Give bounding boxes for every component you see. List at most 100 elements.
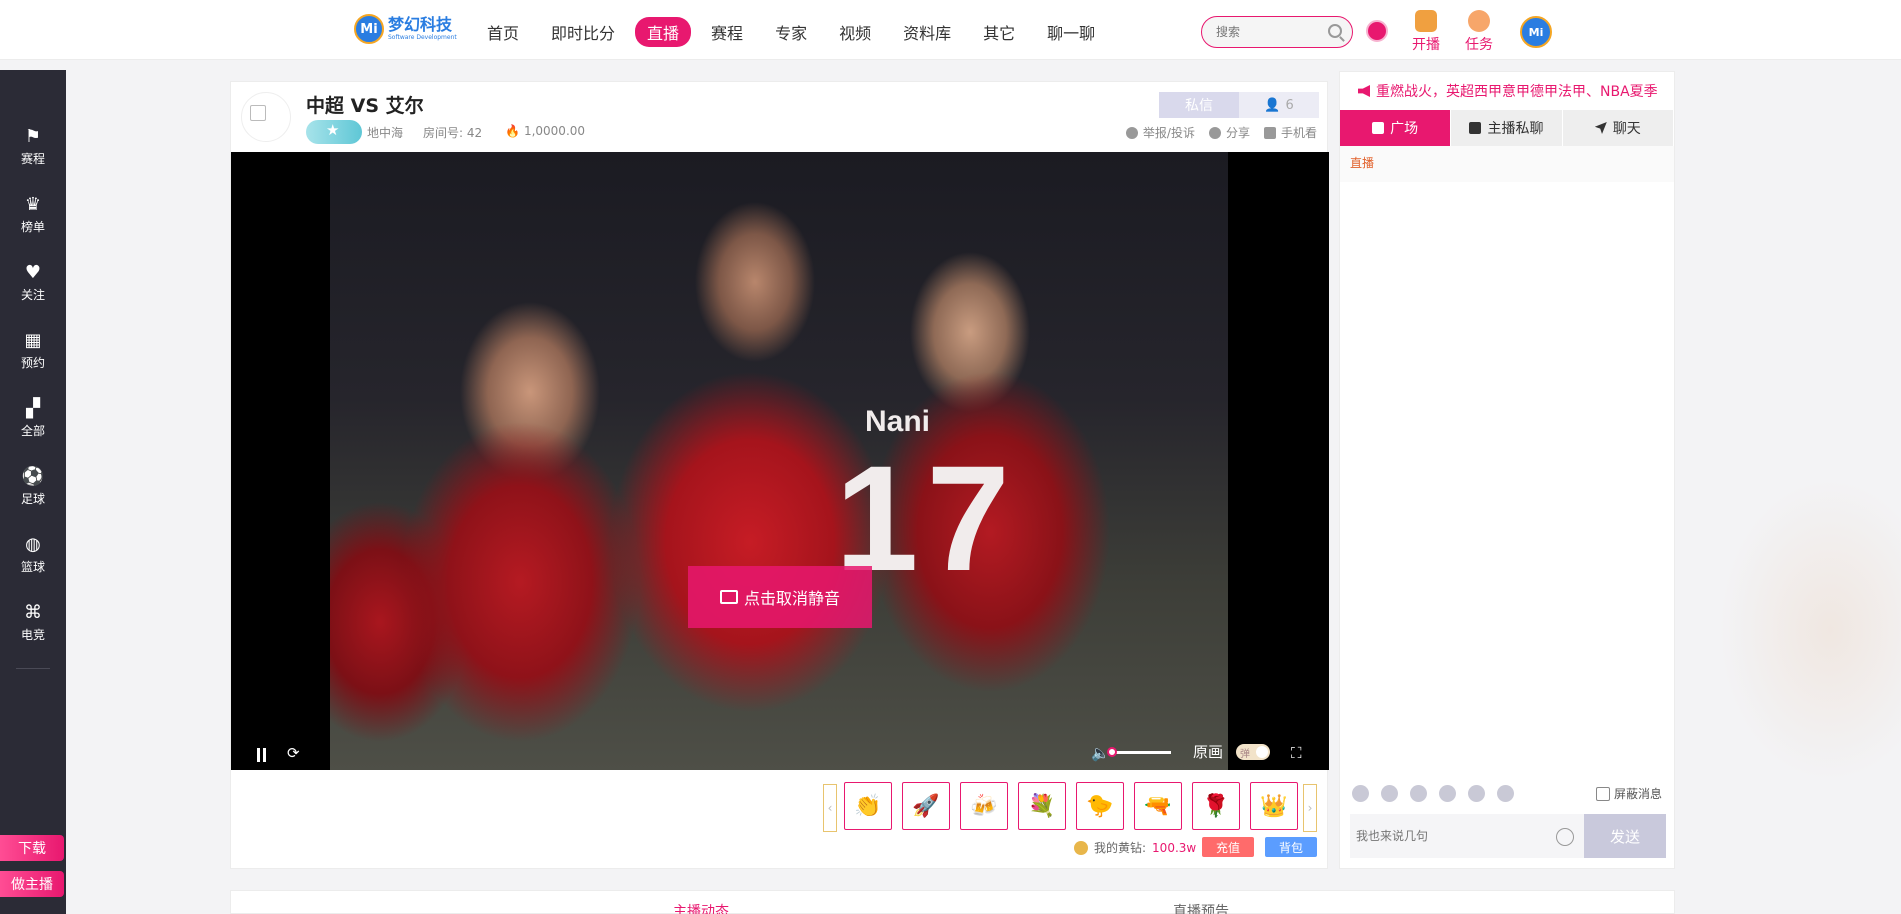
- search-input[interactable]: [1216, 17, 1326, 47]
- recharge-button[interactable]: 充值: [1202, 837, 1254, 857]
- send-button[interactable]: 发送: [1584, 814, 1666, 858]
- task-button[interactable]: 任务: [1465, 10, 1493, 54]
- sidebar-item-schedule[interactable]: ⚑ 赛程: [0, 125, 66, 167]
- fire-icon: 🔥: [505, 124, 520, 138]
- block-messages-label: 屏蔽消息: [1614, 787, 1663, 801]
- sidebar-item-esports[interactable]: ⌘ 电竞: [0, 601, 66, 643]
- logo[interactable]: Mi 梦幻科技 Software Development: [354, 14, 457, 44]
- gift-hand-icon[interactable]: 👏: [844, 782, 892, 830]
- notice-bar: 重燃战火，英超西甲意甲德甲法甲、NBA夏季: [1340, 72, 1674, 110]
- tab-label: 主播私聊: [1487, 121, 1544, 137]
- user-avatar[interactable]: Mi: [1520, 16, 1552, 48]
- diamond-icon: [1074, 840, 1088, 855]
- private-message-button[interactable]: 私信: [1159, 92, 1239, 118]
- search-box: [1201, 16, 1353, 48]
- nav-chat[interactable]: 聊一聊: [1035, 17, 1107, 47]
- tab-host-updates[interactable]: 主播动态: [673, 901, 729, 914]
- sidebar-item-all[interactable]: ▞ 全部: [0, 397, 66, 439]
- refresh-icon[interactable]: ⟳: [287, 744, 300, 762]
- share-button[interactable]: 分享: [1208, 124, 1250, 141]
- trash-icon[interactable]: [1497, 785, 1514, 802]
- calendar-icon: ▦: [24, 329, 42, 351]
- heat-value-wrap: 🔥 1,0000.00: [505, 124, 585, 138]
- message-icon: [1469, 122, 1482, 134]
- room-title: 中超 VS 艾尔: [306, 95, 424, 117]
- sidebar-item-ranking[interactable]: ♛ 榜单: [0, 193, 66, 235]
- sidebar-item-football[interactable]: ⚽ 足球: [0, 465, 66, 507]
- nav-home[interactable]: 首页: [475, 17, 531, 47]
- nav-database[interactable]: 资料库: [891, 17, 963, 47]
- nav-experts[interactable]: 专家: [763, 17, 819, 47]
- pause-button[interactable]: [257, 748, 266, 762]
- logo-subtitle: Software Development: [388, 34, 457, 41]
- tab-label: 聊天: [1612, 121, 1641, 137]
- gift-rose-icon[interactable]: 🌹: [1192, 782, 1240, 830]
- fullscreen-icon[interactable]: ⛶: [1291, 744, 1302, 762]
- video-player[interactable]: Nani 17 点击取消静音 ⟳ 🔈 原画 弹 ⛶: [231, 152, 1329, 770]
- nav-schedule[interactable]: 赛程: [699, 17, 755, 47]
- sidebar-item-label: 关注: [20, 288, 45, 302]
- nav-live[interactable]: 直播: [635, 17, 692, 47]
- checkbox-icon[interactable]: [1596, 786, 1610, 801]
- nav-other[interactable]: 其它: [971, 17, 1027, 47]
- emoji-icon[interactable]: [1556, 828, 1574, 846]
- bubble-icon[interactable]: [1352, 785, 1369, 802]
- sidebar-item-label: 全部: [20, 424, 45, 438]
- tab-square[interactable]: 广场: [1340, 110, 1452, 146]
- square-icon: [1372, 122, 1385, 134]
- gift-prev-button[interactable]: ‹: [823, 784, 837, 832]
- gift-crown-icon[interactable]: 👑: [1250, 782, 1298, 830]
- main-nav: 首页 即时比分 直播 赛程 专家 视频 资料库 其它 聊一聊: [475, 17, 1115, 47]
- wallet-label: 我的黄钻:: [1094, 841, 1147, 855]
- sidebar-item-label: 赛程: [20, 152, 45, 166]
- bag-button[interactable]: 背包: [1265, 837, 1317, 857]
- sidebar-item-basketball[interactable]: ◍ 篮球: [0, 533, 66, 575]
- host-avatar[interactable]: [241, 92, 291, 142]
- sidebar-item-label: 足球: [20, 492, 45, 506]
- gamepad-icon: ⌘: [24, 601, 42, 623]
- user-icon: 👤: [1264, 97, 1281, 113]
- gift-love-icon[interactable]: 💐: [1018, 782, 1066, 830]
- gift-rocket-icon[interactable]: 🚀: [902, 782, 950, 830]
- vip-badge-icon[interactable]: [1366, 20, 1388, 42]
- flag-icon: ⚑: [24, 125, 42, 147]
- gift-cheers-icon[interactable]: 🍻: [960, 782, 1008, 830]
- volume-knob[interactable]: [1107, 747, 1117, 757]
- go-live-button[interactable]: 开播: [1412, 10, 1440, 54]
- tab-live-preview[interactable]: 直播预告: [1173, 901, 1229, 914]
- quality-selector[interactable]: 原画: [1193, 741, 1223, 762]
- search-icon[interactable]: [1328, 24, 1342, 38]
- danmaku-toggle[interactable]: 弹: [1236, 744, 1270, 760]
- volume-slider[interactable]: [1107, 747, 1171, 757]
- left-sidebar: ⚑ 赛程 ♛ 榜单 ♥ 关注 ▦ 预约 ▞ 全部 ⚽ 足球 ◍ 篮球 ⌘ 电竞 …: [0, 70, 66, 914]
- room-number: 房间号: 42: [423, 126, 483, 140]
- task-label: 任务: [1465, 37, 1493, 53]
- image-icon[interactable]: [1439, 785, 1456, 802]
- block-messages-checkbox[interactable]: 屏蔽消息: [1596, 785, 1662, 802]
- download-button[interactable]: 下载: [0, 835, 64, 861]
- gift-duck-icon[interactable]: 🐤: [1076, 782, 1124, 830]
- nav-videos[interactable]: 视频: [827, 17, 883, 47]
- gift-gun-icon[interactable]: 🔫: [1134, 782, 1182, 830]
- football-icon: ⚽: [21, 465, 45, 487]
- mobile-watch-label: 手机看: [1280, 126, 1317, 140]
- unmute-button[interactable]: 点击取消静音: [688, 566, 872, 628]
- tab-chat[interactable]: 聊天: [1563, 110, 1674, 146]
- share-label: 分享: [1225, 126, 1250, 140]
- become-host-button[interactable]: 做主播: [0, 871, 64, 897]
- viewer-count: 👤 6: [1239, 92, 1319, 118]
- nav-live-score[interactable]: 即时比分: [539, 17, 627, 47]
- heart-icon: ♥: [24, 261, 42, 283]
- chat-input[interactable]: [1350, 814, 1550, 858]
- tab-host-private[interactable]: 主播私聊: [1451, 110, 1563, 146]
- report-button[interactable]: 举报/投诉: [1125, 124, 1195, 141]
- sidebar-item-reserve[interactable]: ▦ 预约: [0, 329, 66, 371]
- sidebar-item-follow[interactable]: ♥ 关注: [0, 261, 66, 303]
- horn-icon[interactable]: [1468, 785, 1485, 802]
- gift-next-button[interactable]: ›: [1303, 784, 1317, 832]
- mobile-watch-button[interactable]: 手机看: [1263, 124, 1317, 141]
- chat-sub-label: 直播: [1340, 146, 1674, 182]
- sidebar-divider: [16, 668, 50, 669]
- crown-icon[interactable]: [1410, 785, 1427, 802]
- palette-icon[interactable]: [1381, 785, 1398, 802]
